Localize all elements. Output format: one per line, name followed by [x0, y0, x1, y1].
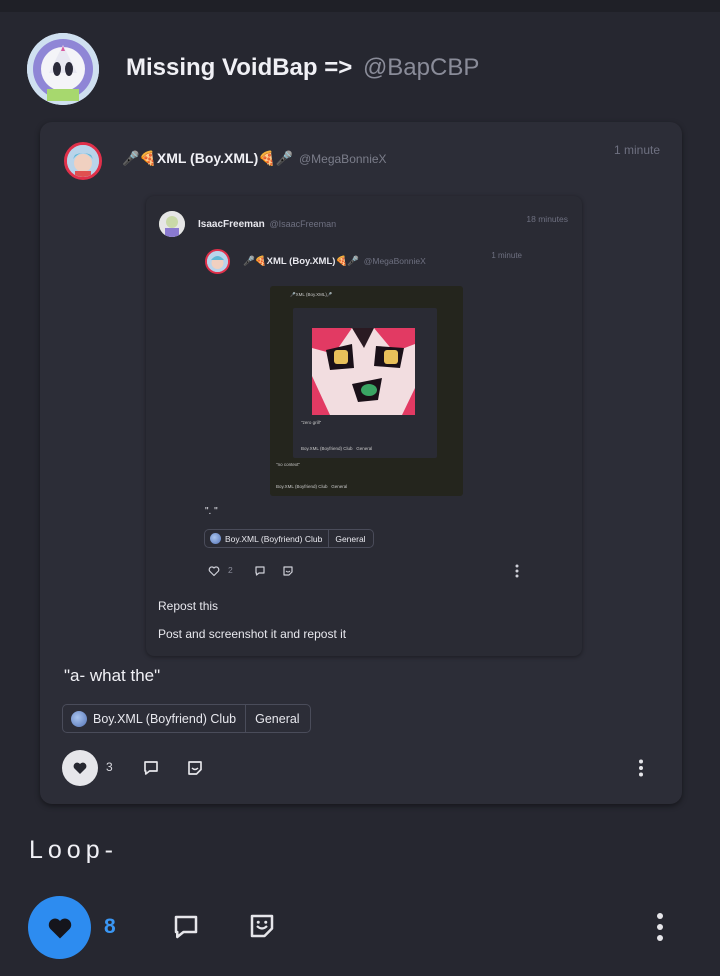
- comment-button[interactable]: [170, 911, 202, 943]
- more-vertical-icon: [514, 564, 520, 578]
- deep-community-tag: Boy.XML (Boyfriend) Club General: [301, 446, 372, 451]
- comment-icon: [142, 759, 160, 777]
- like-count: 8: [104, 915, 116, 938]
- nested-like-count: 2: [228, 565, 233, 575]
- tag-divider: [328, 530, 330, 547]
- sticker-icon: [186, 759, 204, 777]
- nested-screenshot: IsaacFreeman @IsaacFreeman 18 minutes 🎤🍕…: [146, 196, 582, 656]
- meme-face-image: [312, 328, 415, 415]
- embed-author-handle: @MegaBonnieX: [298, 152, 387, 166]
- nested-inner-author-line: 🎤🍕XML (Boy.XML)🍕🎤 @MegaBonnieX: [243, 256, 426, 267]
- heart-icon: [73, 762, 87, 774]
- comment-icon: [174, 915, 198, 939]
- nested-author-line: IsaacFreeman @IsaacFreeman: [198, 219, 336, 230]
- author-name[interactable]: Missing VoidBap =>: [126, 54, 352, 81]
- nested-repost-text: Repost this: [158, 599, 219, 613]
- nested-quote-text: ". ": [205, 506, 218, 517]
- comment-icon: [254, 565, 266, 577]
- embed-author-avatar: [64, 142, 102, 180]
- nested-post-text: Post and screenshot it and repost it: [158, 627, 347, 641]
- like-button[interactable]: [28, 896, 91, 959]
- deep-nested-screenshot: 🎤XML (Boy.XML)🎤 "zero grill" Boy.XML (Bo…: [270, 286, 463, 496]
- status-strip: [0, 0, 720, 12]
- deep-community-name-outer: Boy.XML (Boyfriend) Club: [276, 484, 328, 489]
- embed-channel-name: General: [255, 711, 300, 726]
- nested-author-handle: @IsaacFreeman: [269, 219, 337, 229]
- post-text: Loop-: [29, 836, 118, 864]
- nested-inner-timestamp: 1 minute: [491, 251, 522, 260]
- nested-action-bar: 2: [208, 564, 526, 578]
- embed-community-tag: Boy.XML (Boyfriend) Club General: [62, 704, 311, 733]
- nested-timestamp: 18 minutes: [526, 214, 568, 224]
- embed-author-name: 🎤🍕XML (Boy.XML)🍕🎤: [122, 150, 294, 166]
- sticker-icon: [282, 565, 294, 577]
- embedded-screenshot: 🎤🍕XML (Boy.XML)🍕🎤 @MegaBonnieX 1 minute …: [40, 122, 682, 804]
- embed-action-bar: 3: [62, 750, 662, 786]
- deepest-screenshot: "zero grill" Boy.XML (Boyfriend) Club Ge…: [293, 308, 437, 458]
- sticker-icon: [250, 914, 274, 938]
- embed-like-button: [62, 750, 98, 786]
- deep-channel-name: General: [356, 446, 373, 451]
- nested-inner-author-handle: @MegaBonnieX: [363, 256, 426, 266]
- deep-community-tag-outer: Boy.XML (Boyfriend) Club General: [276, 484, 347, 489]
- deep-community-name: Boy.XML (Boyfriend) Club: [301, 446, 353, 451]
- embed-like-count: 3: [106, 760, 113, 774]
- nested-author-avatar: [159, 211, 185, 237]
- more-options-button[interactable]: [652, 911, 668, 943]
- more-vertical-icon: [638, 759, 644, 777]
- nested-channel-name: General: [335, 533, 366, 544]
- heart-icon: [48, 918, 71, 938]
- author-line[interactable]: Missing VoidBap => @BapCBP: [126, 54, 479, 82]
- more-vertical-icon: [657, 913, 663, 941]
- community-icon: [210, 533, 221, 544]
- sticker-button[interactable]: [246, 910, 278, 942]
- nested-author-name: IsaacFreeman: [198, 219, 265, 230]
- nested-community-name: Boy.XML (Boyfriend) Club: [225, 533, 323, 544]
- nested-inner-avatar: [205, 249, 230, 274]
- heart-outline-icon: [208, 565, 220, 577]
- deep-quote-b: "no context": [276, 462, 300, 467]
- embed-author-line: 🎤🍕XML (Boy.XML)🍕🎤 @MegaBonnieX: [122, 150, 387, 167]
- community-icon: [71, 710, 87, 727]
- nested-inner-author-name: 🎤🍕XML (Boy.XML)🍕🎤: [243, 256, 360, 267]
- deep-author-name: 🎤XML (Boy.XML)🎤: [290, 292, 333, 297]
- author-handle[interactable]: @BapCBP: [363, 54, 479, 81]
- embed-community-name: Boy.XML (Boyfriend) Club: [93, 711, 237, 726]
- nested-community-tag: Boy.XML (Boyfriend) Club General: [204, 529, 374, 548]
- embed-timestamp: 1 minute: [613, 143, 660, 157]
- tag-divider: [245, 705, 247, 732]
- deep-quote-a: "zero grill": [301, 420, 322, 425]
- embed-post-text: "a- what the": [64, 666, 161, 685]
- author-avatar[interactable]: [27, 33, 99, 105]
- deep-channel-name-outer: General: [331, 484, 348, 489]
